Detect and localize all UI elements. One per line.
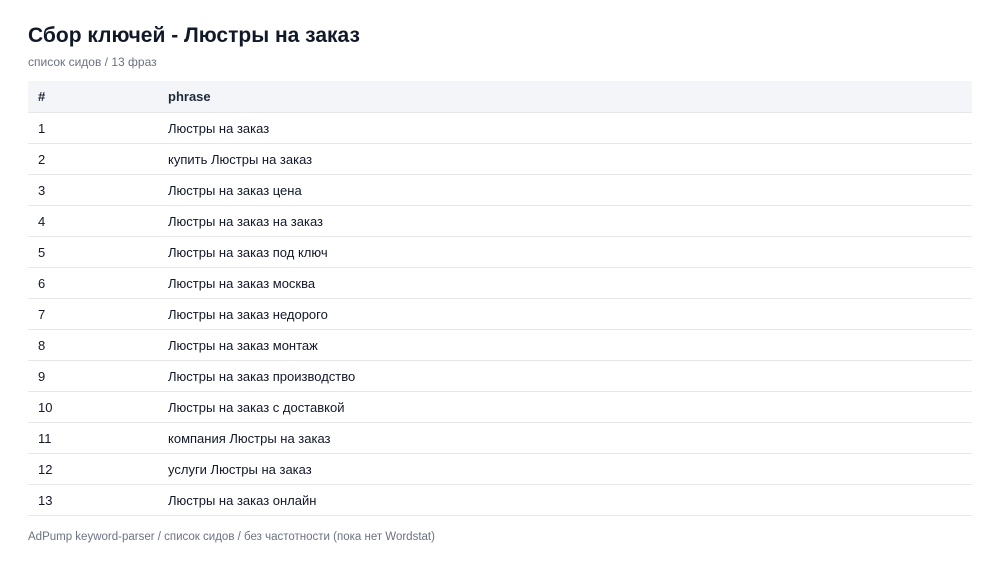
- row-phrase-cell: Люстры на заказ москва: [158, 267, 972, 299]
- table-row: 2 купить Люстры на заказ: [28, 143, 972, 175]
- page-subtitle: список сидов / 13 фраз: [28, 55, 157, 69]
- row-index-cell: 13: [28, 484, 158, 516]
- row-index-cell: 2: [28, 143, 158, 175]
- row-index-cell: 8: [28, 329, 158, 361]
- row-phrase-cell: Люстры на заказ под ключ: [158, 236, 972, 268]
- row-phrase-cell: компания Люстры на заказ: [158, 422, 972, 454]
- table-row: 3 Люстры на заказ цена: [28, 174, 972, 206]
- row-phrase-cell: Люстры на заказ с доставкой: [158, 391, 972, 423]
- column-header-phrase: phrase: [158, 81, 972, 113]
- row-phrase-cell: услуги Люстры на заказ: [158, 453, 972, 485]
- row-index-cell: 12: [28, 453, 158, 485]
- table-row: 1 Люстры на заказ: [28, 112, 972, 144]
- table-header-row: # phrase: [28, 81, 972, 113]
- row-index-cell: 1: [28, 112, 158, 144]
- row-index-cell: 3: [28, 174, 158, 206]
- row-index-cell: 11: [28, 422, 158, 454]
- table-header: # phrase: [28, 81, 972, 113]
- row-phrase-cell: Люстры на заказ цена: [158, 174, 972, 206]
- table-body: 1 Люстры на заказ 2 купить Люстры на заказ 3…: [28, 112, 972, 516]
- row-phrase-cell: Люстры на заказ на заказ: [158, 205, 972, 237]
- row-phrase-cell: Люстры на заказ недорого: [158, 298, 972, 330]
- table-row: 6 Люстры на заказ москва: [28, 267, 972, 299]
- table-row: 11 компания Люстры на заказ: [28, 422, 972, 454]
- row-index-cell: 9: [28, 360, 158, 392]
- row-index-cell: 4: [28, 205, 158, 237]
- table-row: 5 Люстры на заказ под ключ: [28, 236, 972, 268]
- row-phrase-cell: Люстры на заказ онлайн: [158, 484, 972, 516]
- table-row: 13 Люстры на заказ онлайн: [28, 484, 972, 516]
- table-row: 9 Люстры на заказ производство: [28, 360, 972, 392]
- row-index-cell: 10: [28, 391, 158, 423]
- row-phrase-cell: купить Люстры на заказ: [158, 143, 972, 175]
- page-title: Сбор ключей - Люстры на заказ: [28, 24, 360, 47]
- page: Сбор ключей - Люстры на заказ список сид…: [0, 0, 1000, 565]
- phrase-table-container: # phrase 1 Люстры на заказ 2 купить Люстры …: [28, 81, 972, 516]
- column-header-index: #: [28, 81, 158, 113]
- table-row: 4 Люстры на заказ на заказ: [28, 205, 972, 237]
- phrase-table: # phrase 1 Люстры на заказ 2 купить Люстры …: [28, 81, 972, 516]
- row-index-cell: 5: [28, 236, 158, 268]
- table-row: 10 Люстры на заказ с доставкой: [28, 391, 972, 423]
- table-row: 7 Люстры на заказ недорого: [28, 298, 972, 330]
- row-phrase-cell: Люстры на заказ: [158, 112, 972, 144]
- row-index-cell: 7: [28, 298, 158, 330]
- table-row: 12 услуги Люстры на заказ: [28, 453, 972, 485]
- table-row: 8 Люстры на заказ монтаж: [28, 329, 972, 361]
- row-phrase-cell: Люстры на заказ производство: [158, 360, 972, 392]
- footer-note: AdPump keyword-parser / список сидов / б…: [28, 531, 435, 543]
- row-phrase-cell: Люстры на заказ монтаж: [158, 329, 972, 361]
- row-index-cell: 6: [28, 267, 158, 299]
